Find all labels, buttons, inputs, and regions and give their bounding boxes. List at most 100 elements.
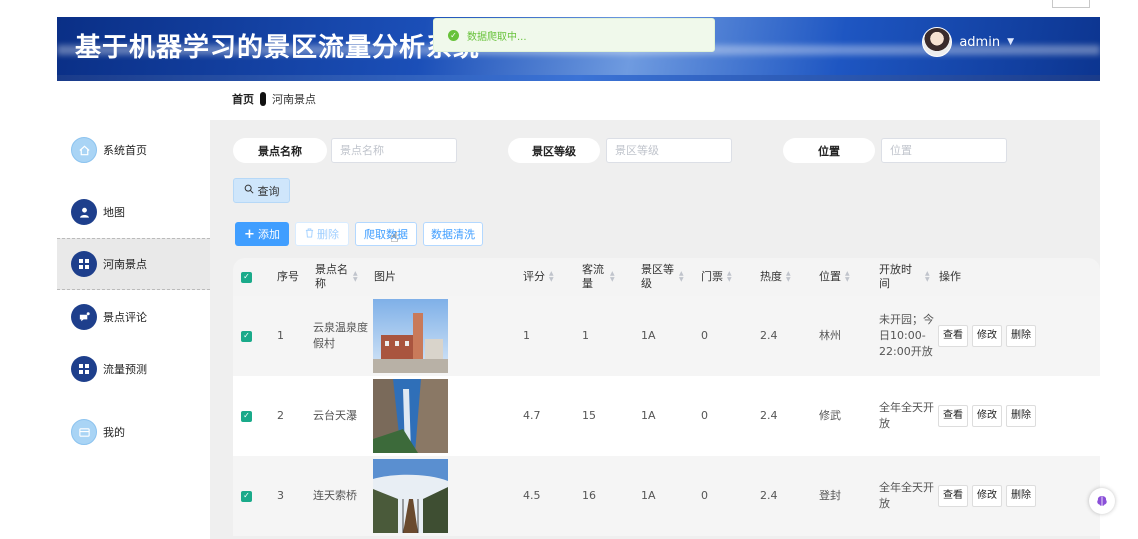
cell-open-time: 全年全天开放 — [879, 481, 934, 510]
cell-ticket: 0 — [701, 329, 708, 342]
sort-icon: ▲ ▼ — [549, 270, 554, 283]
col-visitors[interactable]: 客流量 ▲ ▼ — [582, 258, 632, 296]
table-header: ✓ 序号 景点名称 ▲ ▼ 图片 评分 ▲ ▼ 客流量 ▲ ▼ 景区等级 ▲ ▼ 门票 ▲ ▼ 热度… — [233, 258, 1100, 296]
card-icon — [71, 419, 97, 445]
location-input[interactable] — [881, 138, 1007, 163]
spot-thumbnail — [373, 379, 448, 453]
col-level-label: 景区等级 — [641, 263, 674, 290]
cell-location: 修武 — [819, 409, 841, 422]
sidebar-item-map[interactable]: 地图 — [57, 186, 210, 238]
clean-data-button[interactable]: 数据清洗 — [423, 222, 483, 246]
col-open-time-label: 开放时间 — [879, 263, 912, 290]
sidebar-item-label: 河南景点 — [103, 258, 147, 271]
row-checkbox[interactable]: ✓ — [241, 296, 252, 376]
comment-icon — [71, 304, 97, 330]
cell-open-time: 未开园；今日10:00-22:00开放 — [879, 313, 934, 358]
sidebar: 系统首页 地图 河南景点 景点评论 流量预测 我的 — [57, 120, 210, 539]
loading-toast: ✓ 数据爬取中... — [433, 18, 715, 52]
cell-heat: 2.4 — [760, 409, 778, 422]
col-rating[interactable]: 评分 ▲ ▼ — [523, 258, 554, 296]
cell-index: 3 — [277, 489, 284, 502]
cell-heat: 2.4 — [760, 329, 778, 342]
sidebar-item-forecast[interactable]: 流量预测 — [57, 343, 210, 395]
level-input[interactable] — [606, 138, 732, 163]
query-button[interactable]: 查询 — [233, 178, 290, 203]
cell-visitors: 16 — [582, 489, 596, 502]
spot-thumbnail — [373, 299, 448, 373]
row-delete-button[interactable]: 删除 — [1006, 325, 1036, 347]
col-level[interactable]: 景区等级 ▲ ▼ — [641, 258, 691, 296]
select-all-checkbox[interactable]: ✓ — [241, 258, 252, 296]
search-icon — [244, 184, 254, 197]
cell-image — [373, 296, 448, 376]
col-ticket[interactable]: 门票 ▲ ▼ — [701, 258, 732, 296]
username: admin — [959, 34, 1001, 50]
avatar — [922, 27, 953, 57]
sidebar-item-label: 地图 — [103, 206, 125, 219]
app-title: 基于机器学习的景区流量分析系统 — [75, 33, 481, 63]
view-button[interactable]: 查看 — [938, 325, 968, 347]
col-actions: 操作 — [939, 270, 961, 283]
sort-icon: ▲ ▼ — [727, 270, 732, 283]
cell-open-time: 全年全天开放 — [879, 401, 934, 430]
sort-icon: ▲ ▼ — [786, 270, 791, 283]
spot-thumbnail — [373, 459, 448, 533]
edit-button[interactable]: 修改 — [972, 325, 1002, 347]
edit-button[interactable]: 修改 — [972, 485, 1002, 507]
cell-ticket: 0 — [701, 489, 708, 502]
cell-location: 登封 — [819, 489, 841, 502]
cell-index: 1 — [277, 329, 284, 342]
cell-name: 连天索桥 — [313, 489, 357, 502]
cell-actions: 查看 修改 删除 — [938, 456, 1040, 536]
sidebar-item-label: 我的 — [103, 426, 125, 439]
col-open-time[interactable]: 开放时间 ▲ ▼ — [879, 258, 935, 296]
spots-table: ✓ 序号 景点名称 ▲ ▼ 图片 评分 ▲ ▼ 客流量 ▲ ▼ 景区等级 ▲ ▼ 门票 ▲ ▼ 热度… — [233, 258, 1100, 539]
sort-icon: ▲ ▼ — [679, 270, 684, 283]
table-row: ✓ 1 云泉温泉度假村 1 1 1A 0 2.4 林州 未开园；今日10:00-… — [233, 296, 1100, 376]
col-ticket-label: 门票 — [701, 270, 723, 283]
col-rating-label: 评分 — [523, 270, 545, 283]
sidebar-item-reviews[interactable]: 景点评论 — [57, 291, 210, 343]
view-button[interactable]: 查看 — [938, 405, 968, 427]
row-delete-button[interactable]: 删除 — [1006, 405, 1036, 427]
check-circle-icon: ✓ — [448, 29, 459, 41]
delete-button[interactable]: 删除 — [295, 222, 349, 246]
row-delete-button[interactable]: 删除 — [1006, 485, 1036, 507]
sort-icon: ▲ ▼ — [925, 270, 930, 283]
col-location[interactable]: 位置 ▲ ▼ — [819, 258, 850, 296]
user-menu[interactable]: admin ▼ — [922, 27, 1014, 57]
breadcrumb-current: 河南景点 — [272, 93, 316, 106]
check-icon: ✓ — [241, 490, 252, 502]
clean-button-label: 数据清洗 — [431, 228, 475, 241]
brain-assistant-icon[interactable] — [1089, 488, 1115, 514]
sidebar-item-mine[interactable]: 我的 — [57, 406, 210, 458]
edit-button[interactable]: 修改 — [972, 405, 1002, 427]
row-checkbox[interactable]: ✓ — [241, 376, 252, 456]
check-icon: ✓ — [241, 410, 252, 422]
sidebar-item-label: 景点评论 — [103, 311, 147, 324]
crawl-button-label: 爬取数据 — [364, 228, 408, 241]
sidebar-item-home[interactable]: 系统首页 — [57, 124, 210, 176]
cell-level: 1A — [641, 329, 656, 342]
sidebar-item-henan-spots[interactable]: 河南景点 — [57, 238, 210, 290]
col-heat-label: 热度 — [760, 270, 782, 283]
grid-icon — [71, 356, 97, 382]
sort-icon: ▲ ▼ — [610, 270, 615, 283]
add-button[interactable]: + 添加 — [235, 222, 289, 246]
row-checkbox[interactable]: ✓ — [241, 456, 252, 536]
view-button[interactable]: 查看 — [938, 485, 968, 507]
col-name[interactable]: 景点名称 ▲ ▼ — [315, 258, 371, 296]
grid-icon — [71, 251, 97, 277]
cell-rating: 4.5 — [523, 489, 541, 502]
col-heat[interactable]: 热度 ▲ ▼ — [760, 258, 791, 296]
query-button-label: 查询 — [257, 184, 280, 198]
crawl-data-button[interactable]: 爬取数据 — [355, 222, 417, 246]
plus-icon: + — [244, 226, 255, 242]
location-label: 位置 — [783, 138, 875, 163]
check-icon: ✓ — [241, 271, 252, 283]
col-index: 序号 — [277, 270, 299, 283]
breadcrumb-home[interactable]: 首页 — [232, 91, 254, 107]
hand-cursor-icon: ☝ — [390, 230, 399, 246]
spot-name-input[interactable] — [331, 138, 457, 163]
search-form: 景点名称 景区等级 位置 — [210, 138, 1100, 164]
